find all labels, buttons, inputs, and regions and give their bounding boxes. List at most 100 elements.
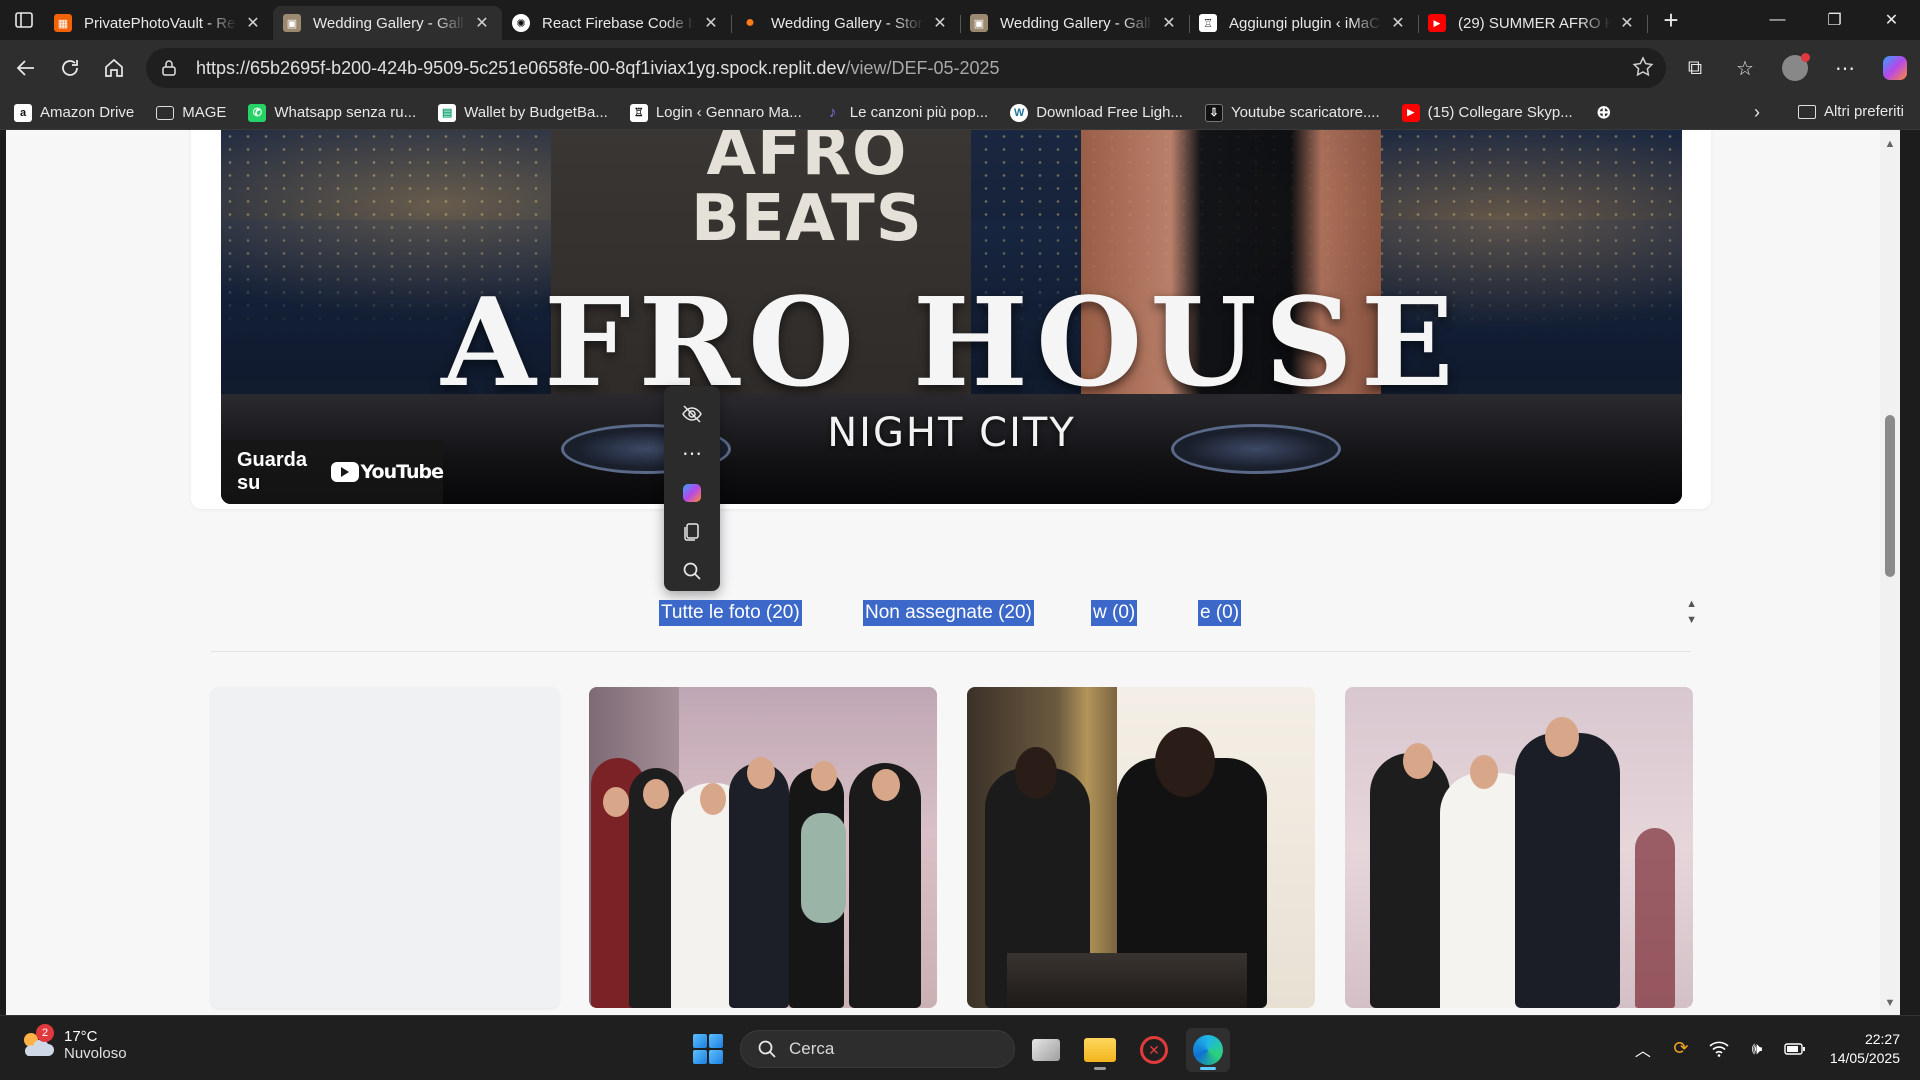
bookmark-whatsapp[interactable]: ✆ Whatsapp senza ru... [248,103,416,122]
extensions-button[interactable]: ⧉ [1670,48,1720,88]
taskbar-task-view[interactable] [1024,1028,1068,1072]
cloud-icon: 2 [20,1024,54,1060]
network-button[interactable] [1704,1041,1734,1057]
battery-button[interactable] [1780,1042,1810,1056]
copy-icon [684,523,699,541]
settings-more-button[interactable]: ⋯ [1820,48,1870,88]
photo-placeholder[interactable] [211,687,559,1008]
watch-on-label: Guarda su [237,449,308,494]
bookmark-globe[interactable]: ⊕ [1595,102,1621,122]
page-scrollbar[interactable]: ▲ ▼ [1880,130,1900,1015]
tab-react-firebase[interactable]: ✺ React Firebase Code Is ✕ [502,6,732,40]
volume-button[interactable]: 🕪 [1742,1039,1772,1059]
start-button[interactable] [693,1034,723,1064]
bookmark-wallet[interactable]: ▤ Wallet by BudgetBa... [438,103,608,122]
back-button[interactable] [4,48,48,88]
site-info-icon[interactable] [160,59,182,77]
minimize-icon: — [1769,11,1786,28]
tab-wedding-gallery-2[interactable]: ▣ Wedding Gallery - Gall ✕ [960,6,1190,40]
search-placeholder: Cerca [789,1039,835,1058]
tab-actions-button[interactable] [4,0,44,40]
tabs-scroll-control[interactable]: ▲ ▼ [1686,596,1697,628]
scroll-up-icon[interactable]: ▲ [1880,138,1900,150]
restore-button[interactable]: ❐ [1806,0,1863,40]
bookmark-youtube-scaricatore[interactable]: ⇩ Youtube scaricatore.... [1204,103,1380,122]
tab-title: React Firebase Code Is [542,14,695,32]
photo-two-women[interactable] [967,687,1315,1008]
youtube-embed[interactable]: AFRO BEATS AFRO HOUSE NIGHT CITY Guarda … [221,130,1682,504]
photo-bride-groom-grandfather[interactable] [1345,687,1693,1008]
favorites-bar: a Amazon Drive MAGE ✆ Whatsapp senza ru...… [0,96,1920,130]
bookmark-collegare-skype[interactable]: ▶ (15) Collegare Skyp... [1401,103,1573,122]
tab-privatephotovault[interactable]: ▦ PrivatePhotoVault - Re ✕ [44,6,274,40]
search-button[interactable] [672,552,712,591]
caret-up-icon[interactable]: ▲ [1686,596,1697,612]
bookmark-canzoni[interactable]: ♪ Le canzoni più pop... [824,104,988,122]
sync-status-button[interactable]: ⟳ [1666,1038,1696,1059]
close-icon[interactable]: ✕ [1617,13,1637,33]
photo-child [801,813,846,923]
close-icon[interactable]: ✕ [1159,13,1179,33]
close-window-button[interactable]: ✕ [1863,0,1920,40]
scrollbar-thumb[interactable] [1885,415,1895,577]
bookmark-amazon-drive[interactable]: a Amazon Drive [14,103,134,122]
bookmark-label: Le canzoni più pop... [849,104,989,121]
minimize-button[interactable]: — [1749,0,1806,40]
favorites-button[interactable]: ☆ [1720,48,1770,88]
tab-wedding-gallery-storage[interactable]: ● Wedding Gallery - Stor ✕ [731,6,961,40]
address-bar[interactable]: https://65b2695f-b200-424b-9509-5c251e06… [146,48,1666,88]
close-icon[interactable]: ✕ [930,13,950,33]
other-favorites-folder[interactable]: Altri preferiti [1797,103,1904,120]
tab-aggiungi-plugin[interactable]: ♖ Aggiungi plugin ‹ iMaC ✕ [1189,6,1419,40]
clock-date: 14/05/2025 [1829,1049,1900,1066]
wifi-icon [1709,1041,1729,1057]
bookmark-mage[interactable]: MAGE [156,104,226,121]
refresh-button[interactable] [48,48,92,88]
copy-button[interactable] [672,512,712,551]
globe-icon: ⊕ [1596,102,1612,122]
close-icon[interactable]: ✕ [472,13,492,33]
bookmark-login[interactable]: ♖ Login ‹ Gennaro Ma... [629,103,802,122]
tab-all-photos[interactable]: Tutte le foto (20) [659,600,802,626]
taskbar-file-explorer[interactable] [1078,1028,1122,1072]
taskbar-edge[interactable] [1186,1028,1230,1072]
copilot-button[interactable] [672,473,712,512]
bookmark-label: Login ‹ Gennaro Ma... [655,104,802,121]
tab-wedding-gallery-active[interactable]: ▣ Wedding Gallery - Gall ✕ [273,6,502,40]
taskbar-search[interactable]: Cerca [740,1030,1015,1068]
watch-on-youtube-button[interactable]: Guarda su YouTube [221,440,444,504]
hide-menu-button[interactable] [672,394,712,433]
music-icon: ♪ [829,104,837,121]
caret-down-icon[interactable]: ▼ [1686,612,1697,628]
photo-face [643,779,669,809]
windows-taskbar: 2 17°C Nuvoloso Cerca ✕ ︿ ⟳ 🕪 22:27 14/0… [0,1015,1920,1080]
tray-overflow-button[interactable]: ︿ [1628,1037,1658,1061]
tab-youtube[interactable]: ▶ (29) SUMMER AFRO H ✕ [1418,6,1648,40]
tab-unassigned[interactable]: Non assegnate (20) [863,600,1034,626]
restore-icon: ❐ [1827,12,1842,29]
tab-w[interactable]: w (0) [1091,600,1138,626]
copilot-icon [1883,56,1907,80]
system-clock[interactable]: 22:27 14/05/2025 [1830,1030,1900,1068]
profile-button[interactable] [1770,48,1820,88]
scroll-down-icon[interactable]: ▼ [1880,997,1900,1009]
taskbar-app-red[interactable]: ✕ [1132,1028,1176,1072]
weather-widget[interactable]: 2 17°C Nuvoloso [20,1024,127,1062]
sync-icon: ⟳ [1673,1038,1689,1058]
close-icon[interactable]: ✕ [1388,13,1408,33]
copilot-button[interactable] [1870,48,1920,88]
close-icon[interactable]: ✕ [701,13,721,33]
favorite-star-icon[interactable] [1632,56,1654,83]
bookmark-download-free[interactable]: W Download Free Ligh... [1010,103,1183,122]
tab-e[interactable]: e (0) [1198,600,1242,626]
folder-icon [156,105,175,120]
photo-group-family[interactable] [589,687,937,1008]
home-button[interactable] [92,48,136,88]
browser-toolbar: ⧉ ☆ ⋯ [1670,40,1920,96]
close-icon[interactable]: ✕ [243,13,263,33]
replit-icon: ▦ [54,14,72,32]
bookmarks-overflow-button[interactable]: › [1754,102,1760,123]
new-tab-button[interactable]: + [1651,0,1691,40]
more-options-button[interactable]: ⋯ [672,433,712,472]
search-icon [757,1039,777,1059]
